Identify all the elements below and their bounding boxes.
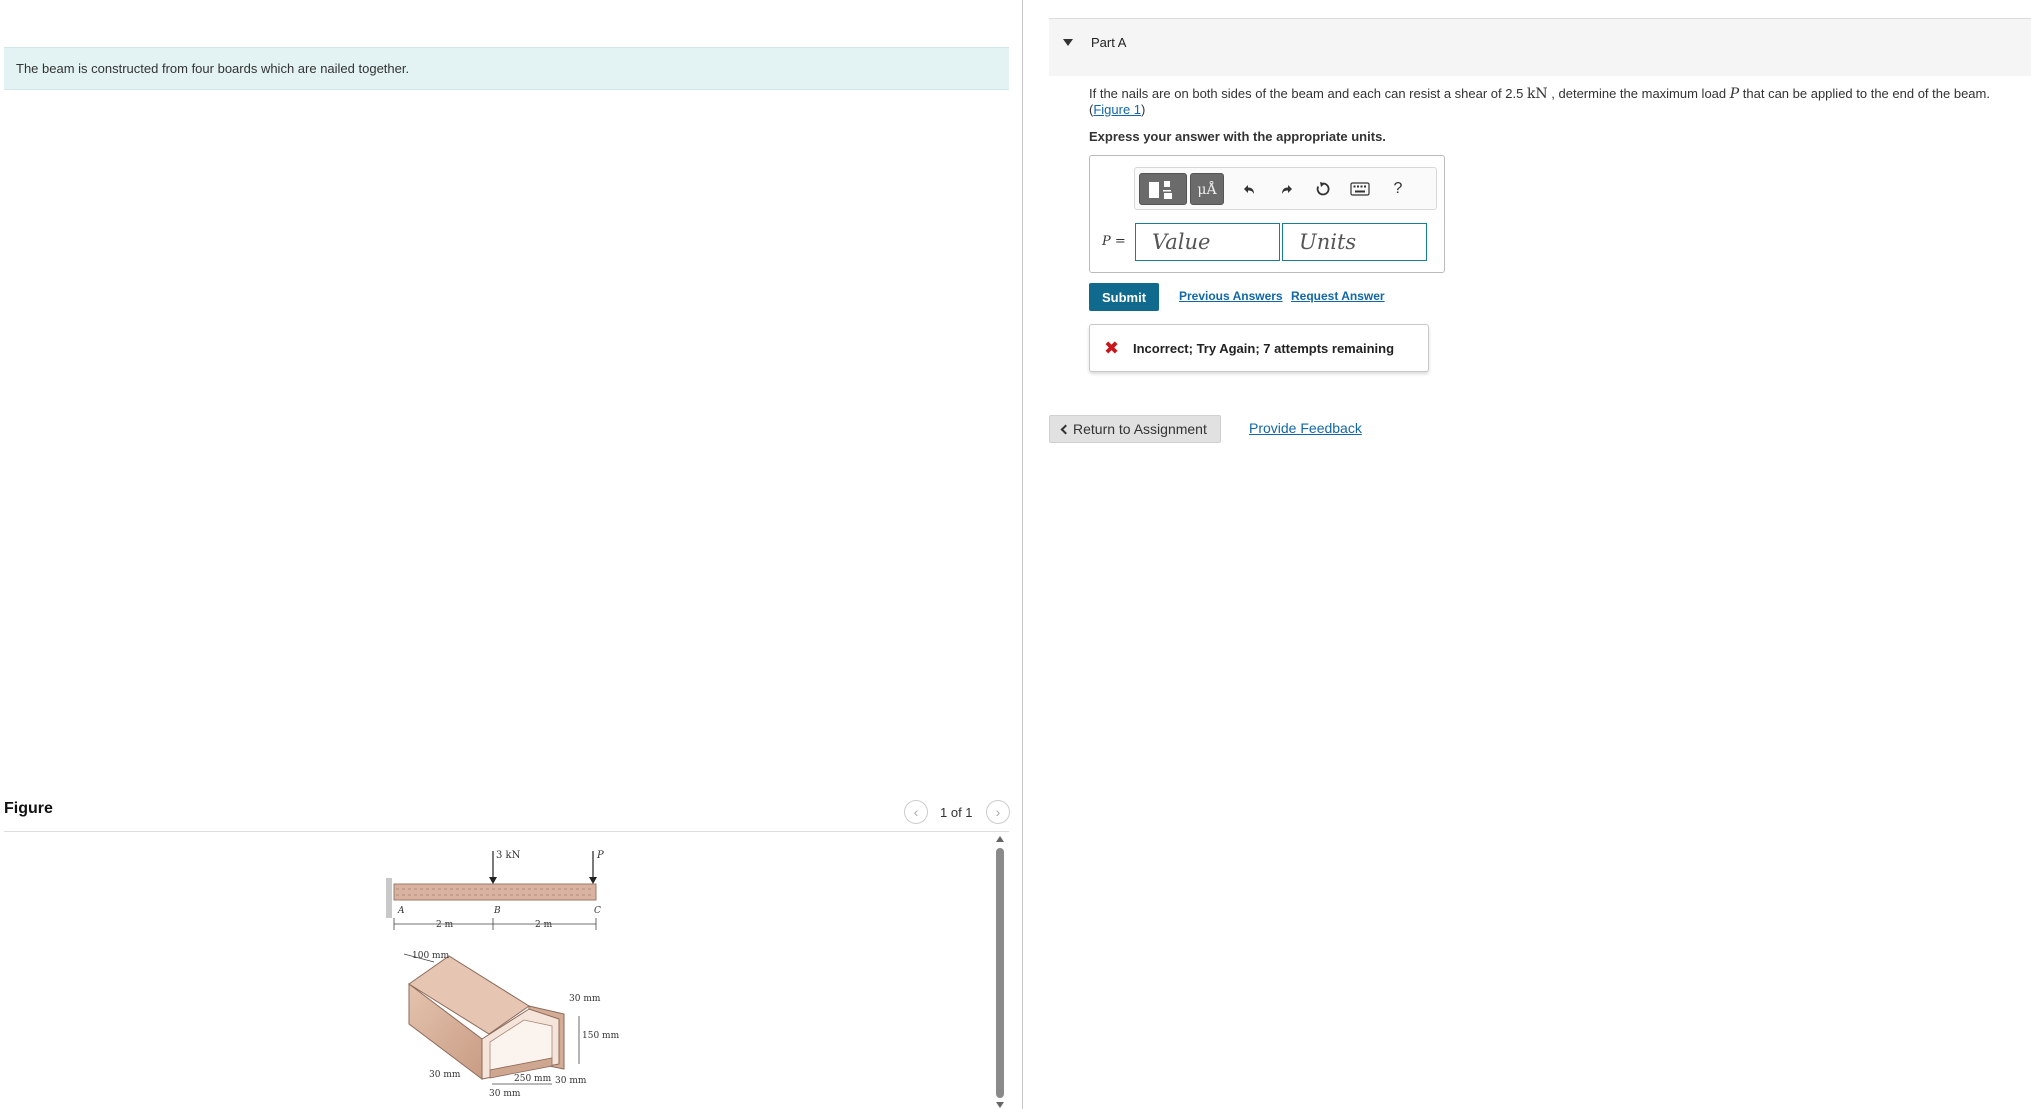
span-label-ab: 2 m	[436, 920, 454, 930]
part-header[interactable]: Part A	[1049, 18, 2031, 76]
scroll-down-icon[interactable]	[996, 1102, 1004, 1108]
dim-label-100mm: 100 mm	[412, 951, 450, 961]
part-title: Part A	[1091, 35, 1127, 50]
submit-button[interactable]: Submit	[1089, 283, 1159, 311]
help-button[interactable]: ?	[1385, 173, 1411, 205]
redo-icon[interactable]	[1273, 173, 1301, 205]
dim-label-30mm-left: 30 mm	[429, 1070, 461, 1080]
caret-down-icon[interactable]	[1063, 39, 1073, 46]
dim-label-30mm-bottom-2: 30 mm	[489, 1089, 521, 1099]
question-unit: kN	[1526, 86, 1548, 102]
value-input[interactable]	[1135, 223, 1280, 261]
variable-label: P =	[1102, 232, 1126, 249]
figure-scrollbar[interactable]	[994, 834, 1006, 1109]
question-variable: P	[1729, 86, 1740, 102]
point-label-a: A	[397, 906, 405, 916]
units-input[interactable]	[1282, 223, 1427, 261]
beam-figure: 3 kN P A B C 2 m 2 m 100 mm 30 mm 150 mm…	[386, 850, 620, 1099]
math-toolbar: μÅ ?	[1134, 167, 1437, 210]
figure-title: Figure	[4, 800, 53, 817]
answer-box: μÅ ? P =	[1089, 155, 1445, 273]
return-to-assignment-button[interactable]: Return to Assignment	[1049, 415, 1221, 443]
figure-counter: 1 of 1	[940, 805, 973, 820]
units-button[interactable]: μÅ	[1190, 173, 1224, 205]
left-panel: The beam is constructed from four boards…	[0, 0, 1022, 1109]
x-mark-icon: ✖	[1104, 338, 1120, 358]
dim-label-30mm-top: 30 mm	[569, 994, 601, 1004]
chevron-right-icon[interactable]: ›	[986, 800, 1010, 824]
question-text-pre: If the nails are on both sides of the be…	[1089, 86, 1527, 101]
question-text-mid: , determine the maximum load	[1547, 86, 1730, 101]
answer-instruction: Express your answer with the appropriate…	[1089, 129, 1386, 144]
reset-icon[interactable]	[1309, 173, 1337, 205]
wall-support	[386, 878, 392, 918]
problem-intro: The beam is constructed from four boards…	[4, 47, 1009, 90]
point-label-c: C	[594, 906, 601, 916]
dim-label-250mm: 250 mm	[514, 1074, 552, 1084]
keyboard-icon[interactable]	[1345, 173, 1375, 205]
variable-label-text: P =	[1102, 234, 1126, 249]
point-label-b: B	[493, 906, 501, 916]
feedback-box: ✖ Incorrect; Try Again; 7 attempts remai…	[1089, 324, 1429, 372]
provide-feedback-link[interactable]: Provide Feedback	[1249, 420, 1362, 436]
right-panel: Part A If the nails are on both sides of…	[1023, 0, 2031, 1109]
question-text-post: that can be applied to the end of the be…	[1739, 86, 1990, 101]
figure-link[interactable]: Figure 1	[1093, 102, 1141, 117]
templates-icon[interactable]	[1139, 173, 1187, 205]
chevron-left-icon	[1060, 424, 1071, 435]
figure-image: 3 kN P A B C 2 m 2 m 100 mm 30 mm 150 mm…	[4, 834, 994, 1109]
return-to-assignment-label: Return to Assignment	[1073, 421, 1207, 437]
question-text: If the nails are on both sides of the be…	[1089, 86, 2029, 118]
figure-link-close: )	[1141, 102, 1146, 117]
dim-label-30mm-bottom: 30 mm	[555, 1076, 587, 1086]
scroll-up-icon[interactable]	[996, 836, 1004, 842]
chevron-left-icon[interactable]: ‹	[904, 800, 928, 824]
load-label-b: 3 kN	[496, 850, 521, 861]
span-label-bc: 2 m	[535, 920, 553, 930]
feedback-text: Incorrect; Try Again; 7 attempts remaini…	[1133, 341, 1395, 356]
scroll-thumb[interactable]	[996, 848, 1004, 1098]
load-label-c: P	[596, 850, 604, 861]
beam-cross-section	[408, 955, 565, 1081]
problem-intro-text: The beam is constructed from four boards…	[16, 61, 410, 76]
dim-label-150mm: 150 mm	[582, 1031, 620, 1041]
figure-header: Figure ‹ 1 of 1 ›	[4, 798, 1010, 832]
request-answer-link[interactable]: Request Answer	[1291, 289, 1385, 303]
undo-icon[interactable]	[1235, 173, 1263, 205]
previous-answers-link[interactable]: Previous Answers	[1179, 289, 1283, 303]
beam	[393, 883, 597, 901]
